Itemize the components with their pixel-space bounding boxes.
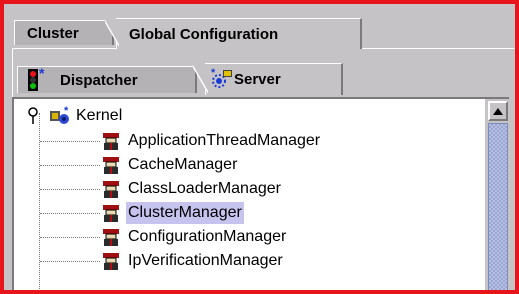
tab-server[interactable]: * Server [193,63,343,96]
tree-node-cluster-manager[interactable]: ClusterManager [40,201,244,225]
tab-slant [193,64,208,96]
tree-node-label: ApplicationThreadManager [128,132,321,149]
tab-server-label: Server [234,71,281,88]
tree-node-application-thread-manager[interactable]: ApplicationThreadManager [40,129,322,153]
tree-node-class-loader-manager[interactable]: ClassLoaderManager [40,177,283,201]
expander-icon[interactable] [26,107,40,125]
tree-connector-line [40,260,100,262]
tab-dispatcher[interactable]: * Dispatcher [17,66,197,93]
scroll-up-button[interactable] [488,101,508,121]
tab-dispatcher-label: Dispatcher [60,71,138,89]
kernel-icon: * [48,105,74,127]
scroll-thumb[interactable] [488,123,508,290]
tree-connector-line [40,140,100,142]
app-window: Cluster Global Configuration * Dispatche… [0,0,519,294]
tree-node-label: ConfigurationManager [128,228,287,245]
tree-connector-line [40,188,100,190]
tree-node-label: IpVerificationManager [128,252,283,269]
tree-connector-line [40,164,100,166]
tree-node-ip-verification-manager[interactable]: IpVerificationManager [40,249,285,273]
tree-connector-line [40,212,100,214]
server-gear-icon: * [210,67,234,91]
manager-icon [100,154,122,176]
tree-root-kernel[interactable]: * Kernel [26,105,124,127]
tab-cluster-label: Cluster [27,24,79,42]
tab-slant [105,19,119,49]
vertical-scrollbar[interactable] [485,99,509,290]
tree-node-label: Kernel [76,107,123,124]
outer-tab-strip: Cluster Global Configuration [12,18,515,49]
svg-text:*: * [64,105,69,117]
manager-icon [100,130,122,152]
svg-text:*: * [39,68,45,81]
svg-text:*: * [211,67,216,79]
tab-global-configuration-label: Global Configuration [129,25,279,43]
tree-node-configuration-manager[interactable]: ConfigurationManager [40,225,288,249]
arrow-up-icon [493,107,503,115]
tree-node-cache-manager[interactable]: CacheManager [40,153,239,177]
tab-cluster[interactable]: Cluster [14,20,114,45]
tree-node-label-selected: ClusterManager [126,202,244,224]
traffic-light-icon: * [26,68,54,92]
manager-icon [100,178,122,200]
tree-connector-line [40,236,100,238]
kernel-tree-panel: * Kernel ApplicationThreadManager CacheM… [12,97,509,290]
kernel-tree: * Kernel ApplicationThreadManager CacheM… [14,99,484,290]
tree-node-label: ClassLoaderManager [128,180,281,197]
inner-tab-strip: * Dispatcher * Server [17,63,515,96]
manager-icon [100,226,122,248]
tab-global-configuration[interactable]: Global Configuration [105,18,362,49]
tree-node-label: CacheManager [128,156,238,173]
manager-icon [100,250,122,272]
manager-icon [100,202,122,224]
